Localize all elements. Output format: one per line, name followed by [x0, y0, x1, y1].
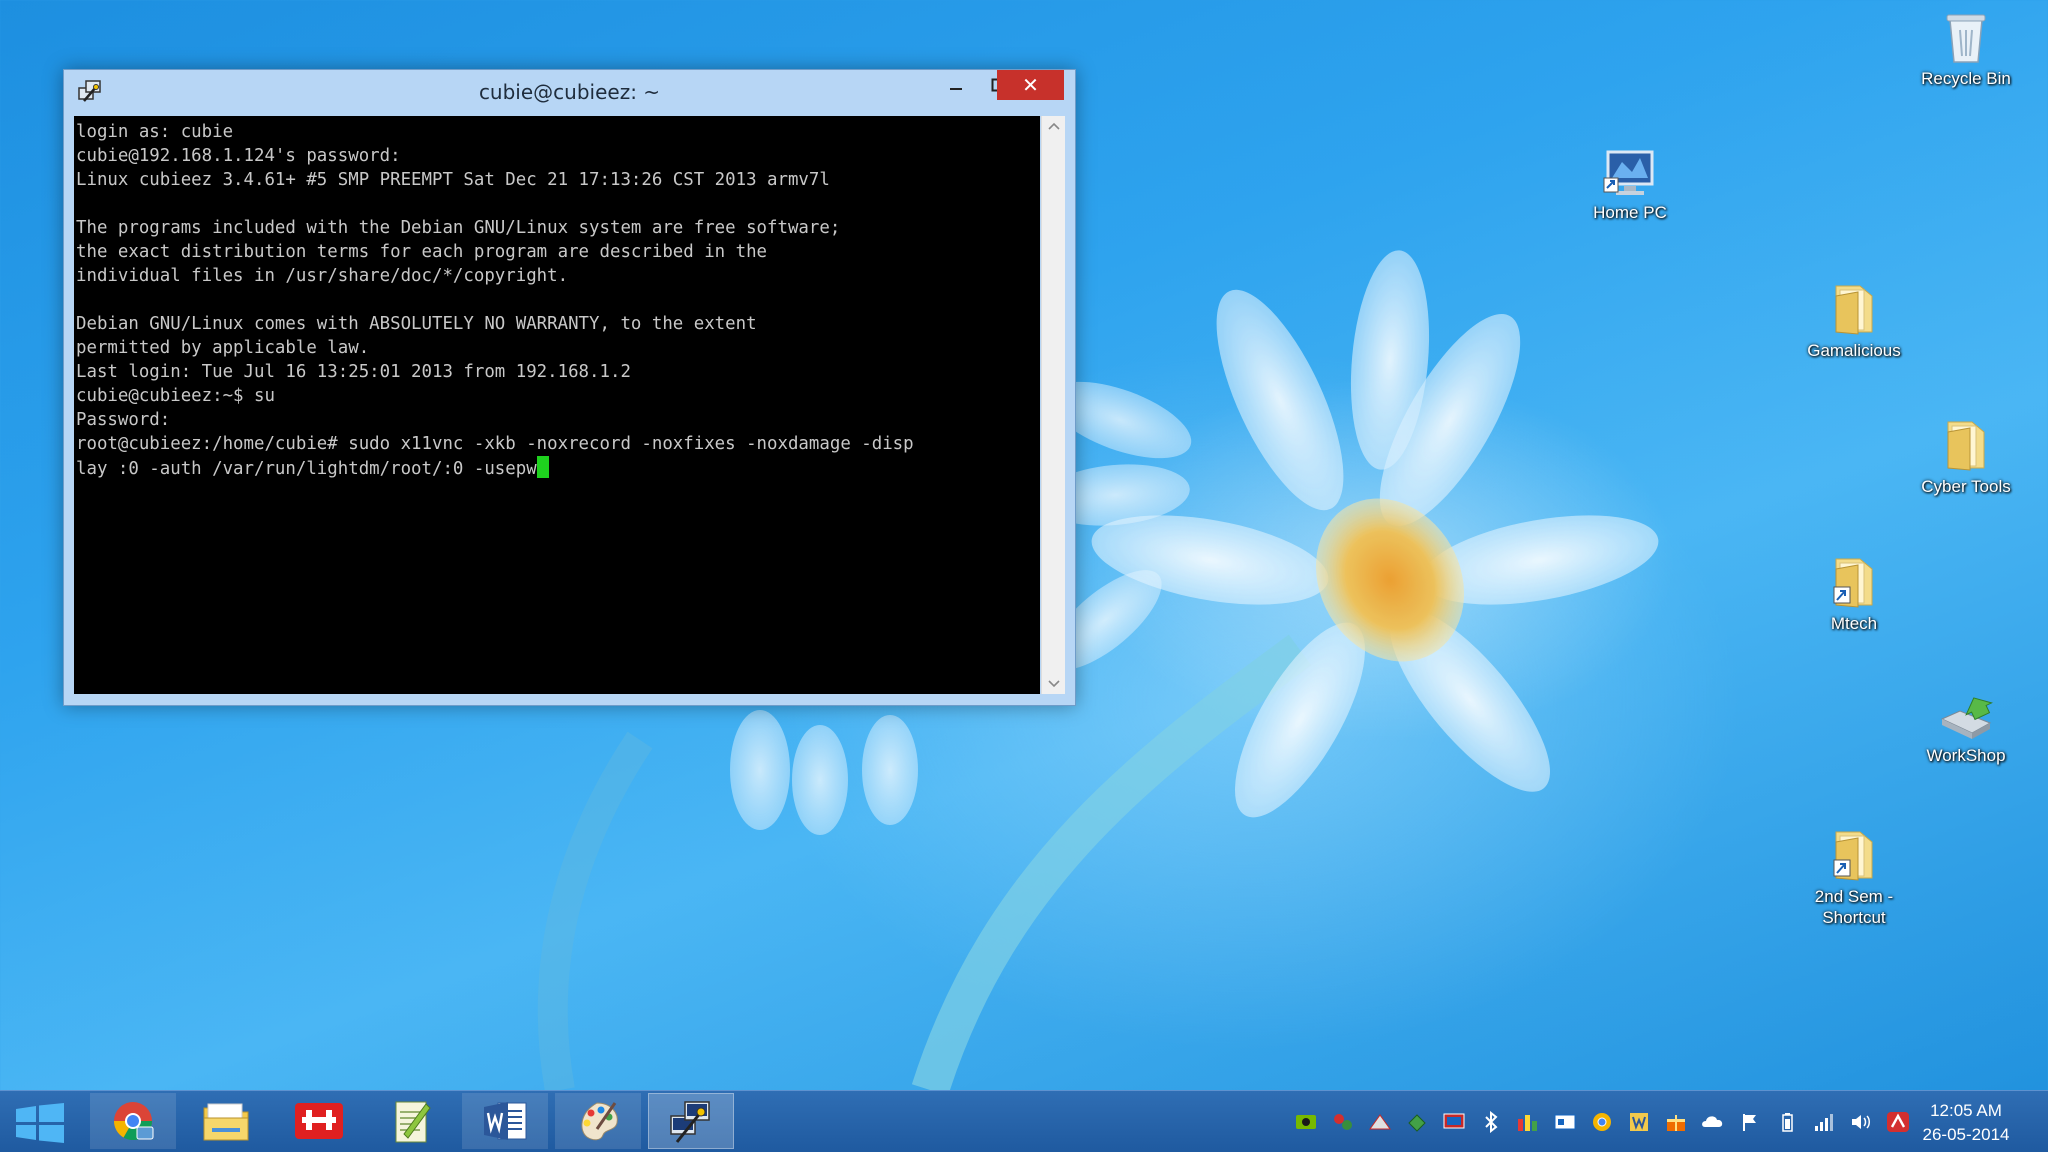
terminal-cursor [536, 456, 549, 478]
terminal-line: Last login: Tue Jul 16 13:25:01 2013 fro… [76, 362, 631, 382]
folder-icon [1947, 421, 1985, 471]
terminal-line: cubie@cubieez:~$ su [76, 386, 275, 406]
file-explorer-icon [203, 1103, 249, 1141]
start-button[interactable] [14, 1103, 66, 1143]
taskbar-pdf-tool[interactable] [276, 1093, 362, 1149]
tray-app-icon[interactable] [1403, 1110, 1431, 1134]
scroll-down-arrow[interactable] [1042, 674, 1065, 694]
putty-icon [670, 1101, 710, 1143]
terminal-screen[interactable]: login as: cubie cubie@192.168.1.124's pa… [74, 116, 1040, 694]
pdf-tool-icon [295, 1103, 343, 1139]
desktop-icon-label: WorkShop [1926, 746, 2006, 765]
label-line: Shortcut [1822, 908, 1886, 927]
paint-icon [581, 1102, 618, 1141]
minimize-icon [950, 88, 962, 90]
close-icon: ✕ [1022, 73, 1039, 97]
chevron-down-icon [1047, 680, 1060, 688]
taskbar-putty[interactable] [648, 1093, 734, 1149]
word-tray-icon[interactable] [1625, 1110, 1653, 1134]
taskbar-word[interactable] [462, 1093, 548, 1149]
taskbar-chrome[interactable] [90, 1093, 176, 1149]
desktop-icon-label: Recycle Bin [1921, 69, 2011, 88]
system-tray [1292, 1109, 1912, 1135]
taskbar-notepad-plus[interactable] [369, 1093, 455, 1149]
desktop-icon-label: Mtech [1830, 614, 1878, 633]
window-titlebar[interactable]: cubie@cubieez: ~ ✕ [64, 70, 1075, 114]
computer-icon [1603, 150, 1654, 195]
terminal-line: cubie@192.168.1.124's password: [76, 146, 401, 166]
desktop-icon-label: Home PC [1593, 203, 1667, 222]
chevron-up-icon [1047, 122, 1060, 130]
desktop-icon-2nd-sem-shortcut[interactable]: 2nd Sem - Shortcut [1799, 828, 1909, 928]
desktop-icon-label: Gamalicious [1807, 341, 1901, 360]
close-button[interactable]: ✕ [997, 70, 1064, 100]
bluetooth-icon[interactable] [1477, 1110, 1505, 1134]
tray-app-icon[interactable] [1366, 1110, 1394, 1134]
desktop-icon-cyber-tools[interactable]: Cyber Tools [1911, 418, 2021, 497]
network-tool-icon[interactable] [1329, 1110, 1357, 1134]
recycle-bin-icon [1946, 14, 1986, 63]
clock-time: 12:05 AM [1930, 1101, 2002, 1120]
taskbar: 12:05 AM 26-05-2014 [0, 1090, 2048, 1152]
taskbar-paint[interactable] [555, 1093, 641, 1149]
folder-shortcut-icon [1833, 831, 1873, 881]
windows-logo-icon [16, 1103, 64, 1143]
minimize-button[interactable] [934, 70, 978, 100]
notepad-plus-icon [395, 1101, 431, 1143]
desktop-icon-recycle-bin[interactable]: Recycle Bin [1911, 10, 2021, 89]
chrome-icon [113, 1102, 154, 1141]
terminal-line: The programs included with the Debian GN… [76, 218, 841, 238]
volume-icon[interactable] [1847, 1110, 1875, 1134]
display-icon[interactable] [1440, 1110, 1468, 1134]
desktop-icon-gamalicious[interactable]: Gamalicious [1799, 282, 1909, 361]
scroll-up-arrow[interactable] [1042, 116, 1065, 136]
signal-icon[interactable] [1810, 1110, 1838, 1134]
putty-window[interactable]: cubie@cubieez: ~ ✕ login as: cubie cubie… [63, 69, 1076, 706]
terminal-line: permitted by applicable law. [76, 338, 370, 358]
taskbar-file-explorer[interactable] [183, 1093, 269, 1149]
workshop-icon [1940, 697, 1993, 739]
desktop-icon-label: Cyber Tools [1921, 477, 2011, 496]
gift-icon[interactable] [1662, 1110, 1690, 1134]
card-icon[interactable] [1551, 1110, 1579, 1134]
terminal-line: lay :0 -auth /var/run/lightdm/root/:0 -u… [76, 459, 537, 479]
terminal-scrollbar[interactable] [1041, 116, 1065, 694]
window-title: cubie@cubieez: ~ [478, 80, 661, 104]
desktop-icon-workshop[interactable]: WorkShop [1911, 693, 2021, 766]
desktop-icon-home-pc[interactable]: Home PC [1575, 148, 1685, 223]
terminal-line: Password: [76, 410, 171, 430]
word-icon [484, 1102, 527, 1140]
bars-app-icon[interactable] [1514, 1110, 1542, 1134]
desktop-icon-label: 2nd Sem - Shortcut [1799, 886, 1909, 928]
terminal-line: Debian GNU/Linux comes with ABSOLUTELY N… [76, 314, 757, 334]
terminal-line: the exact distribution terms for each pr… [76, 242, 768, 262]
terminal-line: login as: cubie [76, 122, 234, 142]
battery-icon[interactable] [1773, 1110, 1801, 1134]
taskbar-clock[interactable]: 12:05 AM 26-05-2014 [1906, 1099, 2026, 1147]
folder-icon [1835, 285, 1873, 335]
chrome-tray-icon[interactable] [1588, 1110, 1616, 1134]
terminal-line: Linux cubieez 3.4.61+ #5 SMP PREEMPT Sat… [76, 170, 830, 190]
clock-date: 26-05-2014 [1922, 1125, 2010, 1144]
flag-icon[interactable] [1736, 1110, 1764, 1134]
terminal-output: login as: cubie cubie@192.168.1.124's pa… [74, 116, 1040, 485]
desktop-icon-mtech[interactable]: Mtech [1799, 555, 1909, 634]
folder-shortcut-icon [1833, 558, 1873, 608]
terminal-line: individual files in /usr/share/doc/*/cop… [76, 266, 569, 286]
label-line: 2nd Sem - [1814, 887, 1894, 906]
cloud-icon[interactable] [1699, 1110, 1727, 1134]
terminal-line: root@cubieez:/home/cubie# sudo x11vnc -x… [76, 434, 914, 454]
nvidia-icon[interactable] [1292, 1110, 1320, 1134]
